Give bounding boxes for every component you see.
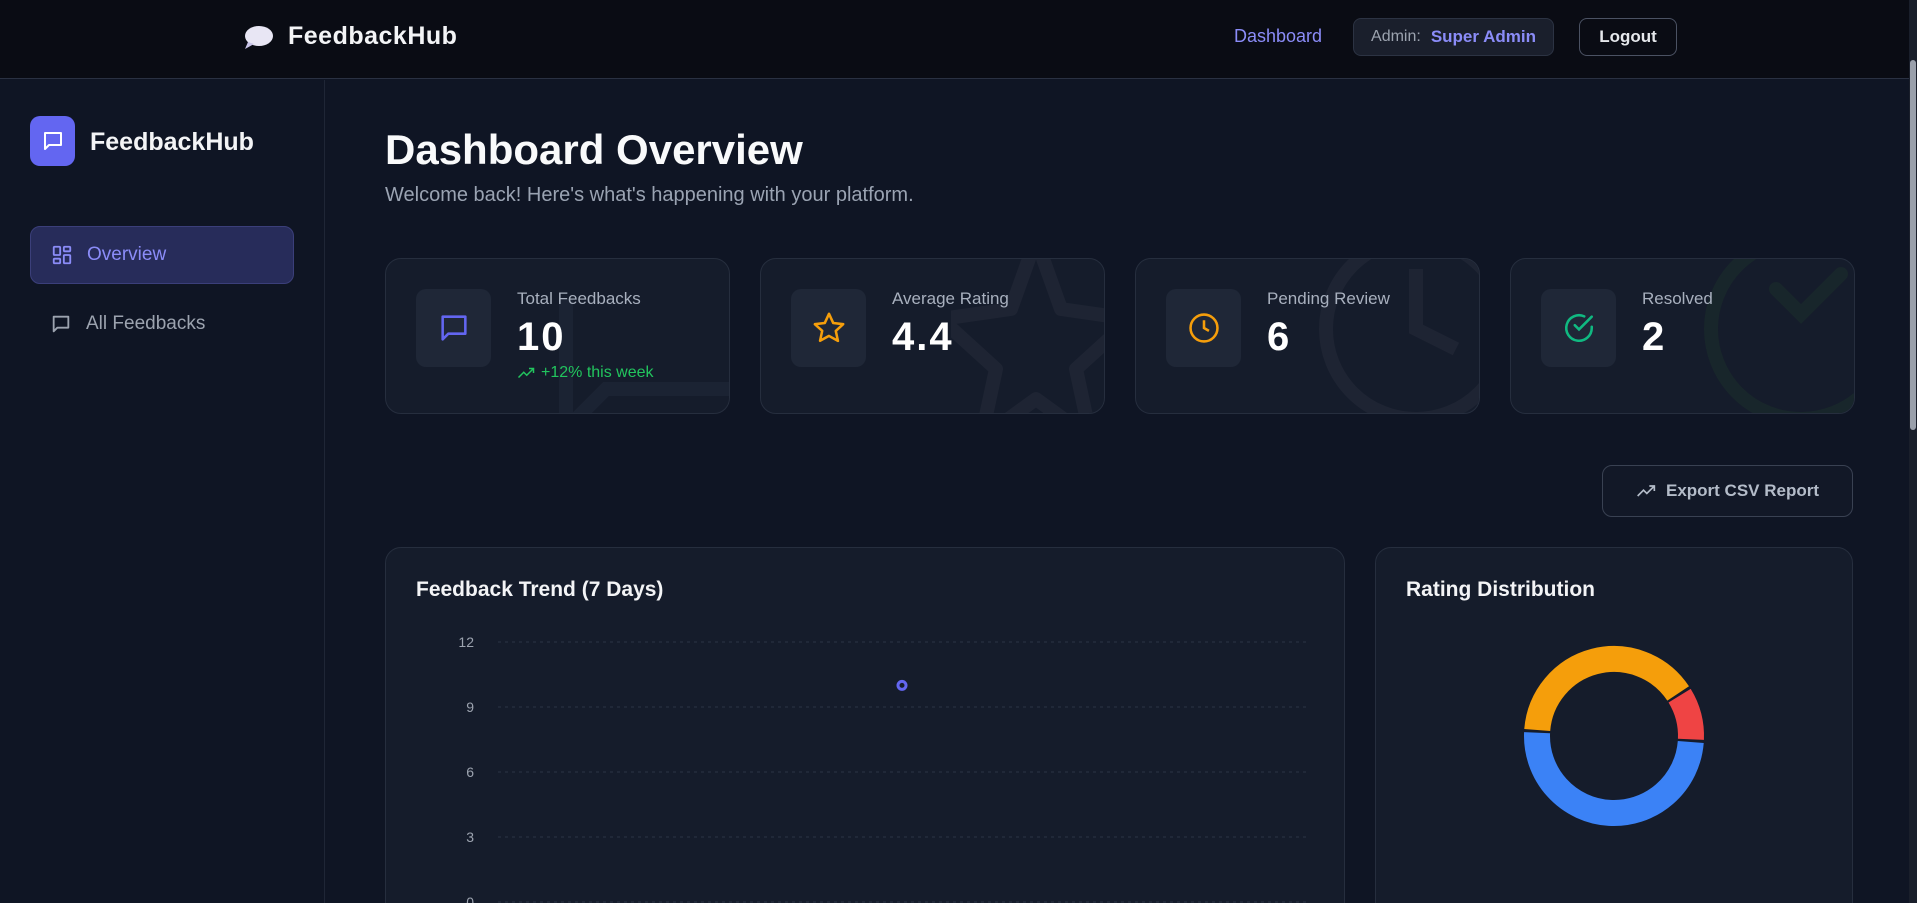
message-icon — [440, 315, 467, 341]
donut-slice — [1524, 732, 1704, 826]
scrollbar-thumb[interactable] — [1910, 60, 1916, 430]
sidebar-item-label: All Feedbacks — [86, 313, 206, 334]
trending-up-icon — [517, 367, 535, 379]
stat-label: Pending Review — [1267, 289, 1390, 308]
navbar-brand-text: FeedbackHub — [288, 22, 458, 50]
stat-icon-box — [1541, 289, 1616, 367]
clock-icon — [1188, 313, 1219, 343]
stat-value: 6 — [1267, 315, 1292, 359]
stat-card-pending-review: Pending Review 6 — [1135, 258, 1480, 414]
grid-icon — [52, 245, 72, 265]
rating-distribution-chart — [1524, 646, 1704, 826]
feedback-trend-panel: Feedback Trend (7 Days) 12 9 6 3 0 — [385, 547, 1345, 903]
star-icon — [813, 312, 844, 343]
donut-slice — [1668, 688, 1704, 740]
background-clock-icon — [1319, 259, 1479, 413]
background-check-circle-icon — [1704, 259, 1854, 413]
stat-value: 4.4 — [892, 315, 954, 359]
top-navbar: FeedbackHub Dashboard Admin: Super Admin… — [0, 0, 1917, 79]
sidebar-logo — [30, 116, 75, 166]
export-csv-button[interactable]: Export CSV Report — [1602, 465, 1853, 517]
y-tick-label: 3 — [466, 829, 474, 845]
y-tick-label: 0 — [466, 894, 474, 903]
stat-trend: +12% this week — [517, 364, 654, 382]
trending-up-icon — [1637, 485, 1656, 497]
stat-card-average-rating: Average Rating 4.4 — [760, 258, 1105, 414]
sidebar-item-label: Overview — [87, 244, 167, 265]
y-tick-label: 9 — [466, 699, 474, 715]
background-star-icon — [951, 259, 1104, 413]
data-point — [896, 679, 908, 691]
logout-button[interactable]: Logout — [1579, 18, 1677, 56]
admin-label: Admin: — [1371, 28, 1421, 45]
stat-card-total-feedbacks: Total Feedbacks 10 +12% this week — [385, 258, 730, 414]
stat-label: Total Feedbacks — [517, 289, 641, 308]
y-tick-label: 12 — [458, 634, 474, 650]
stat-icon-box — [1166, 289, 1241, 367]
stat-card-resolved: Resolved 2 — [1510, 258, 1855, 414]
nav-dashboard-link[interactable]: Dashboard — [1234, 26, 1322, 47]
speech-bubble-icon — [245, 25, 273, 49]
navbar-brand[interactable]: FeedbackHub — [242, 22, 457, 51]
message-square-icon — [43, 132, 62, 150]
page-subtitle: Welcome back! Here's what's happening wi… — [385, 184, 914, 206]
stat-value: 2 — [1642, 315, 1667, 359]
y-tick-label: 6 — [466, 764, 474, 780]
stat-label: Average Rating — [892, 289, 1009, 308]
sidebar-item-all-feedbacks[interactable]: All Feedbacks — [30, 295, 294, 353]
page-title: Dashboard Overview — [385, 126, 803, 173]
export-csv-label: Export CSV Report — [1665, 481, 1820, 500]
sidebar-item-overview[interactable]: Overview — [30, 226, 294, 284]
sidebar: FeedbackHub Overview All Feedbacks — [0, 80, 325, 903]
sidebar-brand: FeedbackHub — [90, 128, 254, 156]
rating-distribution-panel: Rating Distribution — [1375, 547, 1853, 903]
stat-trend-text: +12% this week — [541, 364, 654, 381]
feedback-trend-chart: 12 9 6 3 0 — [458, 634, 1306, 903]
stat-value: 10 — [517, 315, 566, 359]
stat-label: Resolved — [1642, 289, 1713, 308]
admin-name: Super Admin — [1430, 27, 1536, 46]
check-circle-icon — [1564, 313, 1593, 343]
stat-icon-box — [791, 289, 866, 367]
stat-icon-box — [416, 289, 491, 367]
admin-badge: Admin: Super Admin — [1353, 18, 1554, 56]
message-icon — [52, 315, 70, 333]
donut-slice — [1524, 646, 1689, 732]
